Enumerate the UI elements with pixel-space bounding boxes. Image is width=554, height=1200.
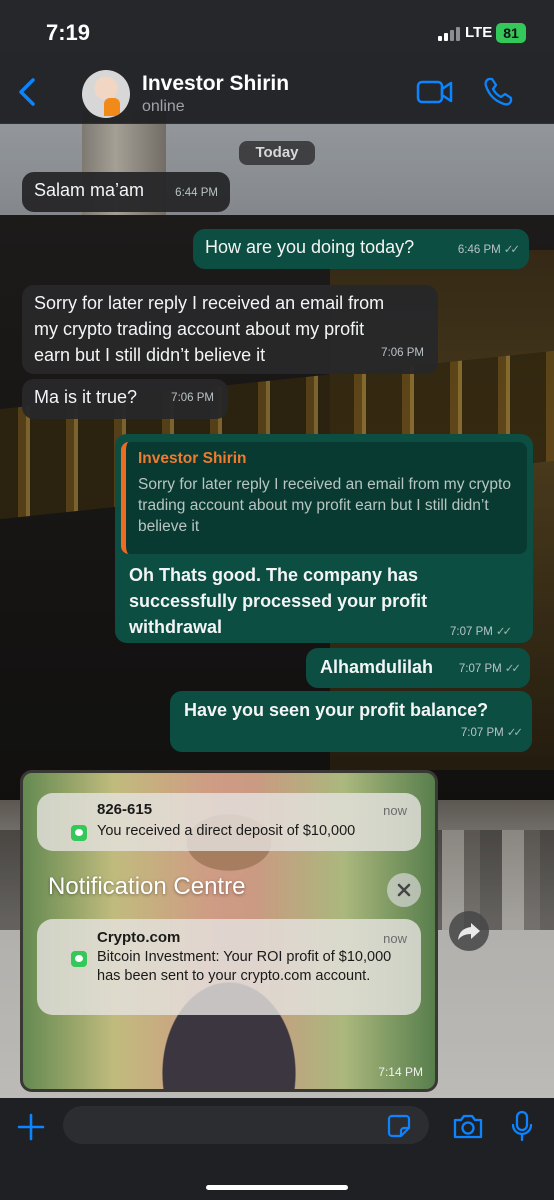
phone-icon[interactable] [482, 76, 514, 108]
message-meta: 7:07 PM ✓✓ [450, 624, 512, 638]
message-time: 7:06 PM [171, 392, 214, 404]
message-time: 7:06 PM [381, 347, 424, 359]
forward-button[interactable] [449, 911, 489, 951]
message-bubble-outgoing[interactable]: How are you doing today? 6:46 PM ✓✓ [193, 229, 529, 269]
message-time: 7:07 PM [460, 727, 504, 739]
message-text: Have you seen your profit balance? [184, 700, 489, 720]
notification-body: Bitcoin Investment: Your ROI profit of $… [97, 949, 392, 984]
microphone-icon[interactable] [510, 1110, 534, 1142]
read-receipt-icon: ✓✓ [495, 626, 512, 638]
quote-text: Sorry for later reply I received an emai… [138, 476, 511, 535]
message-time: 7:07 PM [450, 626, 493, 638]
quote-author: Investor Shirin [138, 450, 247, 467]
notification-sender: 826-615 [97, 801, 153, 818]
message-bubble-incoming[interactable]: Salam ma’am 6:44 PM [22, 172, 230, 212]
message-text: Ma is it true? [34, 387, 138, 407]
read-receipt-icon: ✓✓ [503, 244, 520, 256]
close-icon [387, 873, 421, 907]
message-time: 6:44 PM [175, 187, 218, 199]
message-time: 7:14 PM [378, 1065, 423, 1079]
contact-name[interactable]: Investor Shirin [142, 72, 289, 96]
composer-bar [0, 1098, 554, 1200]
message-text: Alhamdulilah [320, 657, 434, 677]
read-receipt-icon: ✓✓ [506, 727, 523, 739]
signal-strength-icon [438, 27, 464, 41]
back-chevron-icon[interactable] [12, 74, 44, 110]
message-meta: 7:07 PM ✓✓ [458, 656, 521, 682]
message-bubble-outgoing[interactable]: Alhamdulilah 7:07 PM ✓✓ [306, 648, 530, 688]
quoted-message[interactable]: Investor Shirin Sorry for later reply I … [121, 442, 527, 554]
date-separator: Today [239, 141, 315, 165]
chat-header: 7:19 LTE 81 Investor Shirin online [0, 0, 554, 124]
message-bubble-incoming[interactable]: Sorry for later reply I received an emai… [22, 285, 438, 374]
message-text: How are you doing today? [205, 237, 415, 257]
message-input[interactable] [63, 1106, 429, 1144]
message-bubble-outgoing[interactable]: Have you seen your profit balance? 7:07 … [170, 691, 532, 752]
notification-time: now [383, 803, 407, 818]
message-text: Sorry for later reply I received an emai… [34, 293, 385, 365]
notification-body: You received a direct deposit of $10,000 [97, 823, 356, 839]
notification-card: Crypto.com now Bitcoin Investment: Your … [37, 919, 421, 1015]
message-meta: 6:46 PM ✓✓ [457, 237, 520, 263]
messages-app-icon [71, 951, 87, 967]
message-time: 7:07 PM [458, 663, 502, 675]
message-bubble-incoming[interactable]: Ma is it true? 7:06 PM [22, 379, 228, 419]
message-text: Salam ma’am [34, 180, 145, 200]
message-time: 6:46 PM [457, 244, 501, 256]
message-text: Oh Thats good. The company has successfu… [129, 565, 428, 637]
video-call-icon[interactable] [416, 78, 454, 106]
notification-sender: Crypto.com [97, 929, 181, 946]
messages-app-icon [71, 825, 87, 841]
battery-level: 81 [496, 23, 526, 43]
avatar[interactable] [82, 70, 130, 118]
notification-centre-title: Notification Centre [48, 873, 246, 900]
network-type: LTE [465, 24, 493, 41]
image-message[interactable]: 826-615 now You received a direct deposi… [20, 770, 438, 1092]
sticker-icon[interactable] [386, 1113, 412, 1139]
notification-time: now [383, 931, 407, 946]
home-indicator [206, 1185, 348, 1190]
camera-icon[interactable] [452, 1112, 484, 1140]
plus-icon[interactable] [16, 1112, 46, 1142]
read-receipt-icon: ✓✓ [504, 663, 521, 675]
contact-status: online [142, 98, 185, 115]
notification-card: 826-615 now You received a direct deposi… [37, 793, 421, 851]
forward-icon [458, 923, 480, 940]
status-time: 7:19 [46, 20, 91, 45]
message-meta: 7:07 PM ✓✓ [460, 720, 523, 746]
